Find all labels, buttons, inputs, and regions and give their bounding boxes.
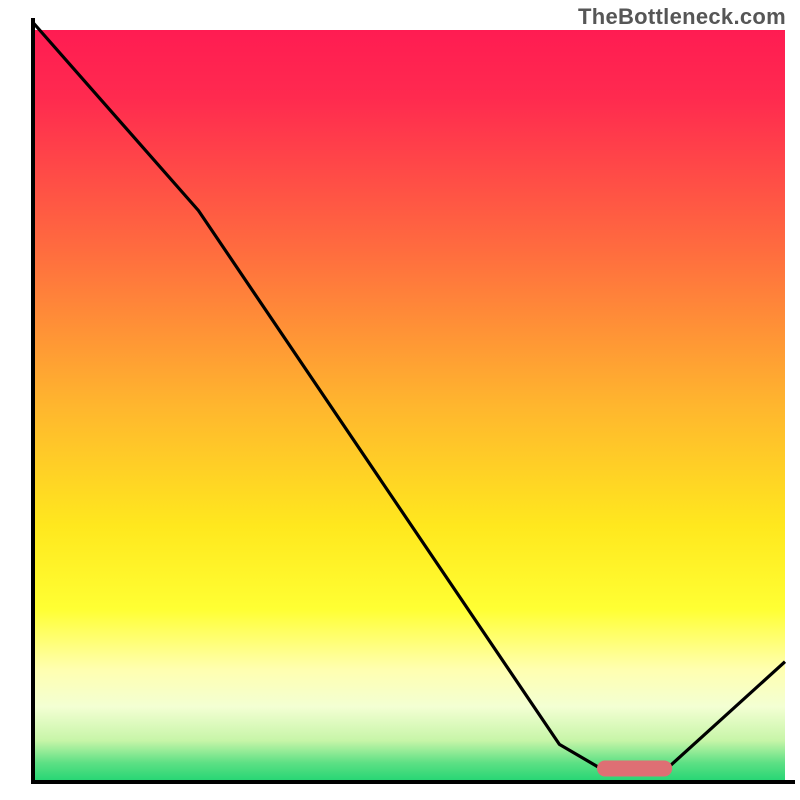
bottleneck-chart <box>0 0 800 800</box>
chart-container: TheBottleneck.com <box>0 0 800 800</box>
optimal-range-marker <box>597 760 672 776</box>
watermark-text: TheBottleneck.com <box>578 4 786 30</box>
plot-background <box>33 30 785 782</box>
